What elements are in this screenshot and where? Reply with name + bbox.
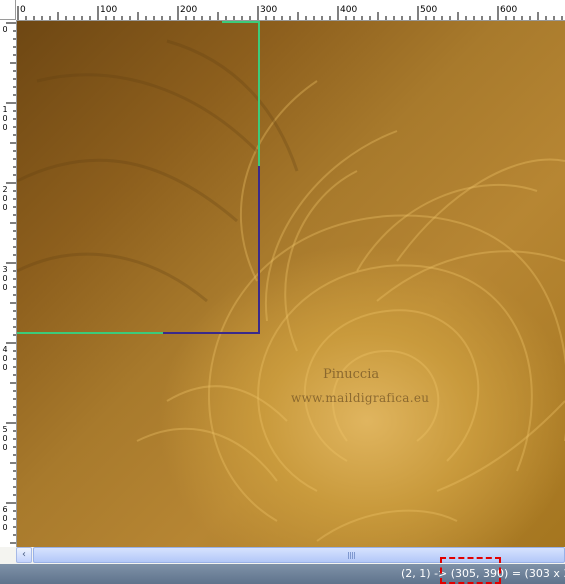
ruler-left-label: 100 — [2, 105, 8, 132]
ruler-left: 0 100 200 300 400 500 600 — [0, 20, 17, 547]
ruler-top-ticks — [17, 6, 563, 20]
chevron-left-icon: ‹ — [22, 549, 26, 560]
selection-marquee[interactable] — [17, 21, 260, 334]
ruler-top: 0 100 200 300 400 500 600 — [16, 0, 565, 21]
ruler-left-label: 600 — [2, 505, 8, 532]
ruler-left-label: 0 — [2, 25, 8, 34]
ruler-top-label: 100 — [100, 5, 118, 15]
ruler-left-label: 400 — [2, 345, 8, 372]
ruler-top-label: 500 — [420, 5, 438, 15]
ruler-left-label: 300 — [2, 265, 8, 292]
grip-icon — [348, 552, 356, 559]
ruler-left-label: 500 — [2, 425, 8, 452]
ruler-top-label: 300 — [260, 5, 278, 15]
highlight-annotation — [440, 557, 501, 584]
ruler-corner — [0, 0, 16, 20]
ruler-top-label: 400 — [340, 5, 358, 15]
scroll-left-button[interactable]: ‹ — [16, 547, 32, 563]
ruler-top-label: 600 — [500, 5, 518, 15]
ruler-top-label: 200 — [180, 5, 198, 15]
ruler-top-label: 0 — [20, 5, 26, 15]
watermark-name: Pinuccia — [323, 367, 380, 382]
watermark-url: www.maildigrafica.eu — [291, 391, 430, 405]
ruler-left-label: 200 — [2, 185, 8, 212]
image-canvas[interactable]: Pinuccia www.maildigrafica.eu — [17, 21, 565, 547]
